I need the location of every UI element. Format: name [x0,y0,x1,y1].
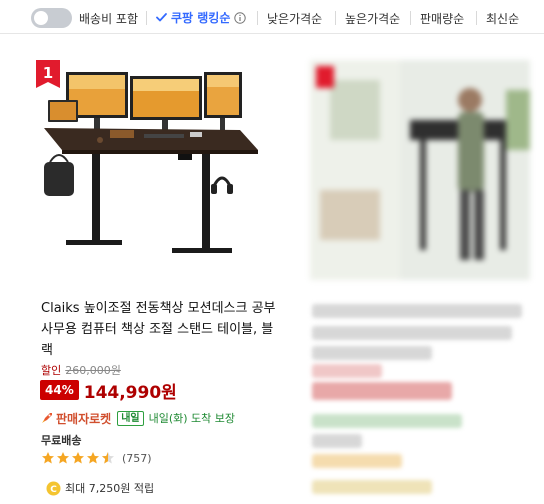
divider [146,11,147,25]
discount-row: 할인 260,000원 [41,362,121,378]
blurred-price-line [312,382,452,400]
shipping-fee-toggle-label[interactable]: 배송비 포함 [79,10,138,27]
discount-rate-badge: 44% [40,380,79,400]
sort-option-sales[interactable]: 판매량순 [420,10,464,27]
divider [410,11,411,25]
check-icon [156,13,167,22]
sort-option-newest[interactable]: 최신순 [486,10,519,27]
sort-option-low-price[interactable]: 낮은가격순 [267,10,322,27]
star-icon [57,452,69,464]
product-image-blurred[interactable] [310,60,530,280]
free-shipping-label: 무료배송 [41,434,82,447]
discount-label: 할인 [41,364,62,377]
blurred-title-line [312,326,512,340]
blurred-reward-line [312,480,432,494]
coin-icon: C [46,481,61,495]
price-row: 44% 144,990원 [40,378,177,403]
reward-text: 최대 7,250원 적립 [65,482,155,495]
delivery-row: 판매자로켓 내일 내일(화) 도착 보장 [40,409,235,427]
rank-badge: 1 [36,60,60,88]
rank-number: 1 [42,64,54,82]
sort-option-high-price[interactable]: 높은가격순 [345,10,400,27]
blurred-delivery-line [312,414,462,428]
star-rating [41,451,116,465]
rating-row: (757) [41,450,152,466]
delivery-day-badge: 내일 [117,410,144,426]
blurred-price-line [312,364,382,378]
divider [335,11,336,25]
review-count: (757) [122,451,152,465]
original-price: 260,000원 [65,364,121,377]
divider [257,11,258,25]
svg-text:C: C [50,485,57,495]
product-title[interactable]: Claiks 높이조절 전동책상 모션데스크 공부 사무용 컴퓨터 책상 조절 … [41,298,281,361]
star-icon [87,452,99,464]
info-icon[interactable] [234,11,247,24]
star-icon [72,452,84,464]
divider [476,11,477,25]
reward-row: C 최대 7,250원 적립 [46,479,154,497]
sort-option-coupang-ranking[interactable]: 쿠팡 랭킹순 [156,9,247,26]
toggle-knob [34,11,48,25]
seller-rocket-label: 판매자로켓 [56,411,112,426]
delivery-guarantee-text: 내일(화) 도착 보장 [148,412,236,425]
sort-bar: 배송비 포함 쿠팡 랭킹순 낮은가격순 높은가격순 판매량순 최신순 [0,0,544,34]
rocket-icon [42,413,52,423]
blurred-title-line [312,346,432,360]
blurred-title-line [312,304,522,318]
half-star-icon [102,452,114,464]
sort-option-label: 쿠팡 랭킹순 [171,11,231,25]
product-card-blurred[interactable] [300,52,544,504]
sale-price: 144,990원 [83,382,177,403]
product-card[interactable]: 1 Claiks 높이조절 전동책상 모션데스크 공부 사무용 컴퓨터 책상 조… [20,52,282,504]
blurred-shipping-line [312,434,362,448]
blurred-rating-line [312,454,402,468]
star-icon [42,452,54,464]
shipping-fee-toggle[interactable] [31,8,72,28]
product-image[interactable] [44,70,260,284]
